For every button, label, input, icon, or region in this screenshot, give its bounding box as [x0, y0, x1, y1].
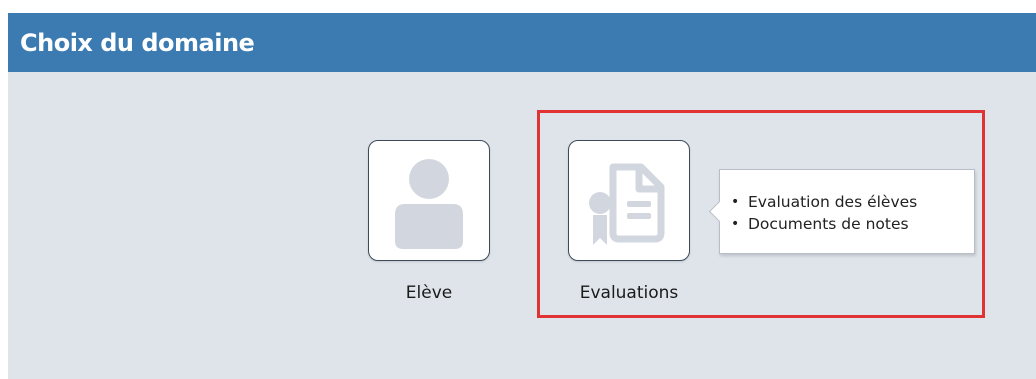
user-icon — [395, 159, 463, 249]
domain-tile-evaluations[interactable] — [568, 140, 690, 261]
tooltip-item: Documents de notes — [731, 213, 917, 235]
tooltip-item: Evaluation des élèves — [731, 191, 917, 213]
domain-label-evaluations[interactable]: Evaluations — [556, 283, 702, 303]
certificate-document-icon — [589, 163, 665, 245]
tooltip-list: Evaluation des élèves Documents de notes — [731, 191, 917, 235]
domain-panel: Choix du domaine Elève Evaluations Evalu… — [8, 13, 1036, 379]
domain-tile-eleve[interactable] — [368, 140, 490, 261]
page-title: Choix du domaine — [20, 29, 255, 57]
domain-label-eleve[interactable]: Elève — [368, 283, 490, 303]
domain-tooltip: Evaluation des élèves Documents de notes — [708, 169, 975, 254]
panel-header: Choix du domaine — [8, 13, 1036, 72]
